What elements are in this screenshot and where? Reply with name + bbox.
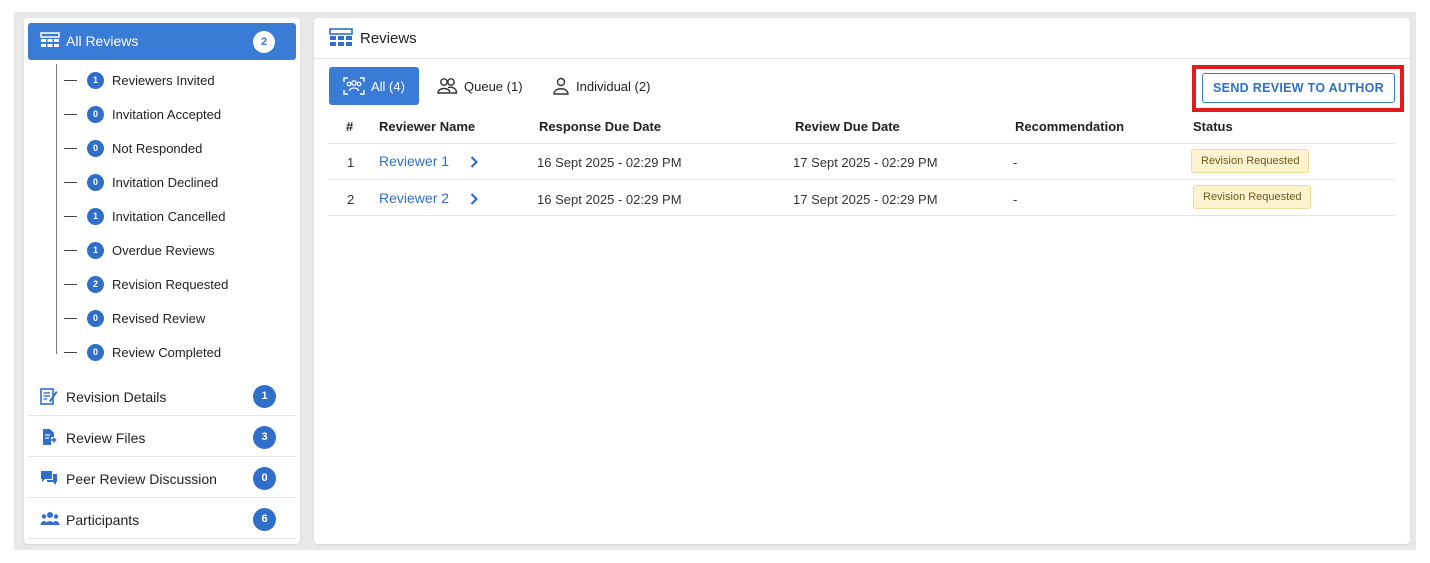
table-divider bbox=[328, 215, 1395, 216]
people-icon bbox=[436, 77, 458, 95]
reviews-table-icon bbox=[329, 28, 353, 53]
table-divider bbox=[328, 143, 1395, 144]
tab-label: Queue (1) bbox=[464, 78, 523, 94]
section-label: Revision Details bbox=[66, 389, 167, 405]
person-icon bbox=[552, 77, 570, 95]
chat-bubbles-icon bbox=[40, 469, 58, 492]
review-due-date: 17 Sept 2025 - 02:29 PM bbox=[793, 155, 938, 170]
edit-document-icon bbox=[40, 387, 58, 410]
tree-dash bbox=[64, 147, 77, 149]
page-title: Reviews bbox=[360, 30, 417, 47]
subitem-label: Overdue Reviews bbox=[112, 242, 215, 258]
tree-dash bbox=[64, 351, 77, 353]
tree-dash bbox=[64, 215, 77, 217]
section-label: Participants bbox=[66, 512, 140, 528]
table-divider bbox=[328, 179, 1395, 180]
sidebar-item-participants[interactable]: Participants 6 bbox=[28, 499, 296, 539]
sidebar-subitem-overdue-reviews[interactable]: 1 Overdue Reviews bbox=[64, 239, 215, 261]
subitem-label: Invitation Accepted bbox=[112, 106, 222, 122]
sidebar-item-all-reviews[interactable]: All Reviews 2 bbox=[28, 23, 296, 60]
subitem-label: Review Completed bbox=[112, 344, 222, 360]
subitem-count: 1 bbox=[87, 71, 104, 89]
column-header-review-due-date: Review Due Date bbox=[795, 119, 900, 134]
tree-dash bbox=[64, 79, 77, 81]
section-count: 1 bbox=[253, 385, 276, 408]
sidebar-head-count: 2 bbox=[253, 31, 275, 53]
tab-all[interactable]: All (4) bbox=[329, 67, 419, 105]
subitem-count: 2 bbox=[87, 275, 104, 293]
group-scan-icon bbox=[343, 77, 365, 95]
tab-queue[interactable]: Queue (1) bbox=[436, 67, 523, 105]
subitem-count: 0 bbox=[87, 173, 104, 191]
tree-dash bbox=[64, 249, 77, 251]
subitem-count: 0 bbox=[87, 105, 104, 123]
sidebar-item-peer-review-discussion[interactable]: Peer Review Discussion 0 bbox=[28, 458, 296, 498]
sidebar-subitem-review-completed[interactable]: 0 Review Completed bbox=[64, 341, 221, 363]
column-header-recommendation: Recommendation bbox=[1015, 119, 1125, 134]
tab-label: All (4) bbox=[371, 78, 405, 94]
reviews-panel: Reviews All (4) Queue (1) Individual (2)… bbox=[314, 18, 1410, 544]
tree-dash bbox=[64, 113, 77, 115]
sidebar-subitem-not-responded[interactable]: 0 Not Responded bbox=[64, 137, 202, 159]
subitem-label: Not Responded bbox=[112, 140, 203, 156]
column-header-reviewer-name: Reviewer Name bbox=[379, 119, 476, 134]
sidebar-head-label: All Reviews bbox=[66, 33, 139, 49]
people-group-icon bbox=[40, 510, 60, 533]
chevron-right-icon[interactable] bbox=[470, 192, 479, 210]
status-badge: Revision Requested bbox=[1193, 185, 1312, 209]
subitem-count: 0 bbox=[87, 309, 104, 327]
send-review-to-author-button[interactable]: SEND REVIEW TO AUTHOR bbox=[1202, 73, 1395, 103]
section-count: 0 bbox=[253, 467, 276, 490]
panel-header: Reviews bbox=[314, 18, 1410, 59]
tree-dash bbox=[64, 317, 77, 319]
response-due-date: 16 Sept 2025 - 02:29 PM bbox=[537, 155, 682, 170]
subitem-count: 0 bbox=[87, 343, 104, 361]
section-count: 6 bbox=[253, 508, 276, 531]
subitem-label: Reviewers Invited bbox=[112, 72, 215, 88]
subitem-label: Invitation Cancelled bbox=[112, 208, 226, 224]
row-number: 1 bbox=[347, 155, 355, 170]
subitem-label: Revised Review bbox=[112, 310, 206, 326]
status-badge: Revision Requested bbox=[1191, 149, 1310, 173]
sidebar: All Reviews 2 1 Reviewers Invited 0 Invi… bbox=[24, 18, 300, 544]
section-count: 3 bbox=[253, 426, 276, 449]
subitem-label: Invitation Declined bbox=[112, 174, 219, 190]
subitem-count: 1 bbox=[87, 241, 104, 259]
sidebar-subitem-revision-requested[interactable]: 2 Revision Requested bbox=[64, 273, 228, 295]
reviews-table-icon bbox=[40, 32, 60, 55]
subitem-count: 1 bbox=[87, 207, 104, 225]
sidebar-subitem-reviewers-invited[interactable]: 1 Reviewers Invited bbox=[64, 69, 215, 91]
row-number: 2 bbox=[347, 192, 355, 207]
subitem-count: 0 bbox=[87, 139, 104, 157]
tree-dash bbox=[64, 283, 77, 285]
reviewer-name-link[interactable]: Reviewer 1 bbox=[379, 153, 449, 169]
sidebar-item-review-files[interactable]: Review Files 3 bbox=[28, 417, 296, 457]
file-arrow-icon bbox=[40, 428, 58, 451]
tree-connector bbox=[56, 64, 57, 354]
column-header-response-due-date: Response Due Date bbox=[539, 119, 662, 134]
response-due-date: 16 Sept 2025 - 02:29 PM bbox=[537, 192, 682, 207]
reviewer-name-link[interactable]: Reviewer 2 bbox=[379, 190, 449, 206]
tab-individual[interactable]: Individual (2) bbox=[552, 67, 650, 105]
sidebar-subitem-invitation-accepted[interactable]: 0 Invitation Accepted bbox=[64, 103, 221, 125]
tree-dash bbox=[64, 181, 77, 183]
subitem-label: Revision Requested bbox=[112, 276, 229, 292]
tab-label: Individual (2) bbox=[576, 78, 651, 94]
sidebar-item-revision-details[interactable]: Revision Details 1 bbox=[28, 376, 296, 416]
section-label: Peer Review Discussion bbox=[66, 471, 217, 487]
recommendation-value: - bbox=[1013, 155, 1018, 170]
sidebar-subitem-invitation-declined[interactable]: 0 Invitation Declined bbox=[64, 171, 218, 193]
sidebar-subitem-revised-review[interactable]: 0 Revised Review bbox=[64, 307, 205, 329]
section-label: Review Files bbox=[66, 430, 146, 446]
chevron-right-icon[interactable] bbox=[470, 155, 479, 173]
column-header-status: Status bbox=[1193, 119, 1233, 134]
column-header-number: # bbox=[346, 119, 354, 134]
recommendation-value: - bbox=[1013, 192, 1018, 207]
review-due-date: 17 Sept 2025 - 02:29 PM bbox=[793, 192, 938, 207]
sidebar-subitem-invitation-cancelled[interactable]: 1 Invitation Cancelled bbox=[64, 205, 225, 227]
